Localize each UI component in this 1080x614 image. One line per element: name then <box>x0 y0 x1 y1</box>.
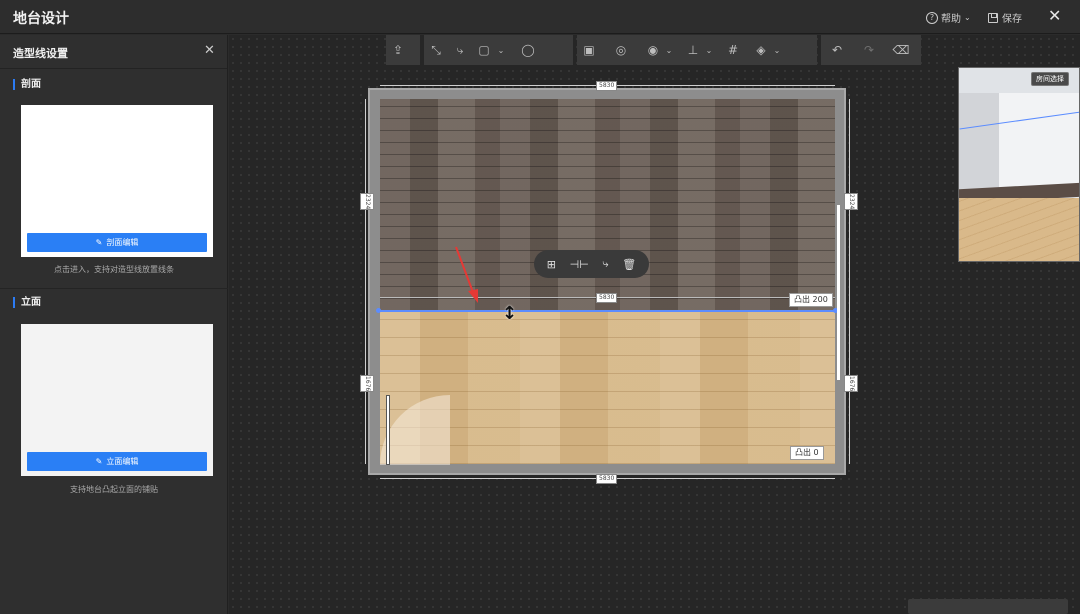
undo-icon[interactable]: ↶ <box>825 39 849 61</box>
add-icon[interactable]: ⊞ <box>547 258 556 271</box>
annotation-arrow <box>455 246 478 303</box>
rectangle-tool-icon[interactable]: ▢ <box>472 39 496 61</box>
preview-floor-light <box>959 198 1079 261</box>
selected-platform-edge[interactable] <box>378 310 837 312</box>
dimension-middle: 5830 <box>596 293 618 303</box>
toolbar-group-history: ↶ ↷ ⌫ <box>821 35 921 65</box>
curve-icon[interactable]: ⤷ <box>602 257 608 271</box>
divider <box>0 288 228 289</box>
dimension-line-left <box>365 99 366 464</box>
sidebar-close-icon[interactable]: ✕ <box>204 43 215 58</box>
platform-side-marker <box>837 205 840 380</box>
door-leaf <box>386 395 390 465</box>
resize-cursor-icon: ↕ <box>502 303 518 324</box>
elevation-edit-label: 立面编辑 <box>106 457 139 466</box>
floor-region-dark[interactable] <box>380 99 835 311</box>
help-icon: ? <box>926 11 938 24</box>
chevron-down-icon[interactable]: ⌄ <box>773 39 781 61</box>
profile-preview-card: ✎ 剖面编辑 <box>21 105 213 257</box>
eye-icon[interactable]: ◉ <box>641 39 665 61</box>
sidebar-header: 造型线设置 ✕ <box>0 35 227 69</box>
chevron-down-icon[interactable]: ⌄ <box>665 39 673 61</box>
edit-icon: ✎ <box>95 238 103 247</box>
top-bar: 地台设计 ? 帮助 ⌄ 保存 ✕ <box>0 0 1080 34</box>
bump-value-bottom[interactable]: 凸出 0 <box>790 446 824 460</box>
bump-value-top[interactable]: 凸出 200 <box>789 293 833 307</box>
save-icon <box>988 12 998 23</box>
dimension-top: 5830 <box>596 81 618 91</box>
export-icon[interactable]: ⇪ <box>386 39 410 61</box>
toolbar-group-view: ▣ ◎ ◉ ⌄ ⊥ ⌄ # ◈ ⌄ <box>577 35 817 65</box>
save-label: 保存 <box>1002 14 1022 25</box>
edge-context-toolbar: ⊞ ⊣⊢ ⤷ 🗑 <box>534 250 649 278</box>
profile-edit-label: 剖面编辑 <box>106 238 139 247</box>
dimension-left-lower: 1676 <box>360 375 374 393</box>
redo-icon[interactable]: ↷ <box>857 39 881 61</box>
frame-icon[interactable]: ▣ <box>577 39 601 61</box>
chevron-down-icon: ⌄ <box>964 13 971 22</box>
save-button[interactable]: 保存 <box>988 10 1022 25</box>
profile-edit-button[interactable]: ✎ 剖面编辑 <box>27 233 207 252</box>
dimension-right-lower: 1676 <box>844 375 858 393</box>
section-profile-label: 剖面 <box>13 79 41 90</box>
help-menu[interactable]: ? 帮助 ⌄ <box>926 10 971 25</box>
design-canvas[interactable]: ⇪ ⤡ ⤷ ▢ ⌄ ◯ ▣ ◎ ◉ ⌄ ⊥ ⌄ # ◈ ⌄ ↶ ↷ ⌫ 5830… <box>229 35 1080 614</box>
paint-icon[interactable]: ◈ <box>749 39 773 61</box>
elevation-preview-card: ✎ 立面编辑 <box>21 324 213 476</box>
sidebar-title: 造型线设置 <box>13 47 68 60</box>
dimension-bottom: 5830 <box>596 474 618 484</box>
line-tool-icon[interactable]: ⤡ <box>424 39 448 61</box>
edge-handle-left[interactable] <box>376 308 381 313</box>
trash-icon[interactable]: 🗑 <box>622 258 636 271</box>
sidebar: 造型线设置 ✕ 剖面 ✎ 剖面编辑 点击进入，支持对造型线放置线条 立面 ✎ 立… <box>0 35 228 614</box>
app-title: 地台设计 <box>13 11 69 27</box>
elevation-edit-button[interactable]: ✎ 立面编辑 <box>27 452 207 471</box>
edit-icon: ✎ <box>95 457 103 466</box>
section-elevation-label: 立面 <box>13 297 41 308</box>
dimension-right-upper: 2324 <box>844 193 858 211</box>
align-icon[interactable]: ⊥ <box>681 39 705 61</box>
split-icon[interactable]: ⊣⊢ <box>570 258 589 271</box>
toolbar-group-export: ⇪ <box>386 35 420 65</box>
close-icon[interactable]: ✕ <box>1048 6 1061 25</box>
measure-icon[interactable]: ◎ <box>609 39 633 61</box>
profile-hint: 点击进入，支持对造型线放置线条 <box>54 265 174 274</box>
grid-icon[interactable]: # <box>721 39 745 61</box>
zoom-control[interactable] <box>908 599 1068 614</box>
toolbar-group-draw: ⤡ ⤷ ▢ ⌄ ◯ <box>424 35 573 65</box>
eraser-icon[interactable]: ⌫ <box>889 39 913 61</box>
3d-preview-panel[interactable]: 房间选择 <box>958 67 1080 262</box>
preview-wall <box>999 93 1079 193</box>
dimension-left-upper: 2324 <box>360 193 374 211</box>
help-label: 帮助 <box>941 14 961 25</box>
room-select-button[interactable]: 房间选择 <box>1031 72 1069 86</box>
chevron-down-icon[interactable]: ⌄ <box>496 39 506 61</box>
curve-tool-icon[interactable]: ⤷ <box>448 39 472 61</box>
elevation-hint: 支持地台凸起立面的铺贴 <box>70 485 158 494</box>
dimension-line-right <box>849 99 850 464</box>
chevron-down-icon[interactable]: ⌄ <box>705 39 713 61</box>
circle-tool-icon[interactable]: ◯ <box>516 39 540 61</box>
